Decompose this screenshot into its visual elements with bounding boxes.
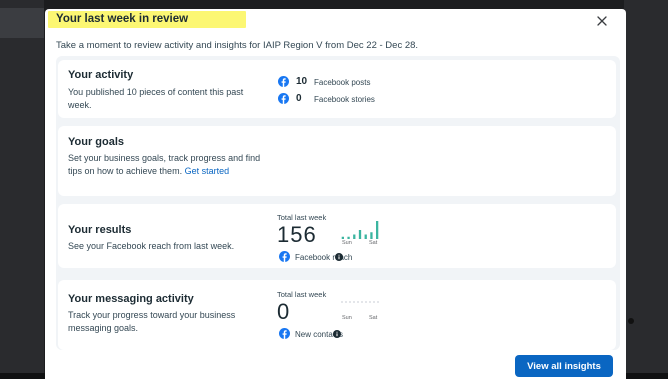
info-icon[interactable] — [335, 253, 343, 261]
contacts-spark-start: Sun — [342, 315, 352, 321]
stories-count: 0 — [296, 93, 302, 104]
reach-sparkline — [341, 221, 379, 239]
reach-spark-start: Sun — [342, 240, 352, 246]
results-card: Your results See your Facebook reach fro… — [58, 204, 616, 268]
modal-title: Your last week in review — [56, 13, 189, 25]
reach-label: Facebook reach — [295, 253, 353, 262]
activity-title: Your activity — [68, 69, 134, 81]
goals-card: Your goals Set your business goals, trac… — [58, 126, 616, 196]
posts-label: Facebook posts — [314, 78, 371, 87]
stories-label: Facebook stories — [314, 95, 375, 104]
reach-spark-bar — [341, 236, 344, 239]
facebook-icon — [278, 76, 289, 87]
reach-spark-bar — [376, 221, 379, 239]
get-started-link[interactable]: Get started — [185, 166, 230, 176]
reach-spark-bar — [364, 234, 367, 239]
activity-card: Your activity You published 10 pieces of… — [58, 60, 616, 118]
facebook-icon — [279, 251, 290, 262]
goals-description: Set your business goals, track progress … — [68, 153, 261, 176]
view-all-insights-button[interactable]: View all insights — [515, 355, 613, 377]
messaging-total-value: 0 — [277, 299, 291, 324]
close-icon[interactable] — [596, 15, 608, 27]
messaging-total-label: Total last week — [277, 290, 327, 299]
results-total-label: Total last week — [277, 213, 327, 222]
reach-spark-bar — [347, 236, 350, 239]
posts-count: 10 — [296, 76, 308, 87]
goals-title: Your goals — [68, 136, 125, 148]
reach-spark-bar — [353, 234, 356, 239]
activity-description: You published 10 pieces of content this … — [68, 87, 244, 110]
results-total-value: 156 — [277, 222, 317, 247]
contacts-sparkline — [341, 301, 379, 303]
reach-spark-end: Sat — [369, 240, 378, 246]
background-left-toolbar — [0, 8, 44, 38]
results-title: Your results — [68, 224, 132, 236]
background-scroll-marker — [628, 318, 634, 324]
reach-spark-bar — [358, 230, 362, 239]
reach-spark-bar — [370, 232, 373, 239]
facebook-icon — [279, 328, 290, 339]
messaging-title: Your messaging activity — [68, 293, 194, 305]
facebook-icon — [278, 93, 289, 104]
messaging-description: Track your progress toward your business… — [68, 310, 236, 333]
contacts-spark-end: Sat — [369, 315, 378, 321]
modal-subtitle: Take a moment to review activity and ins… — [56, 40, 419, 51]
messaging-card: Your messaging activity Track your progr… — [58, 280, 616, 350]
results-description: See your Facebook reach from last week. — [68, 241, 235, 251]
background-left-panel — [0, 0, 44, 379]
info-icon[interactable] — [333, 330, 341, 338]
